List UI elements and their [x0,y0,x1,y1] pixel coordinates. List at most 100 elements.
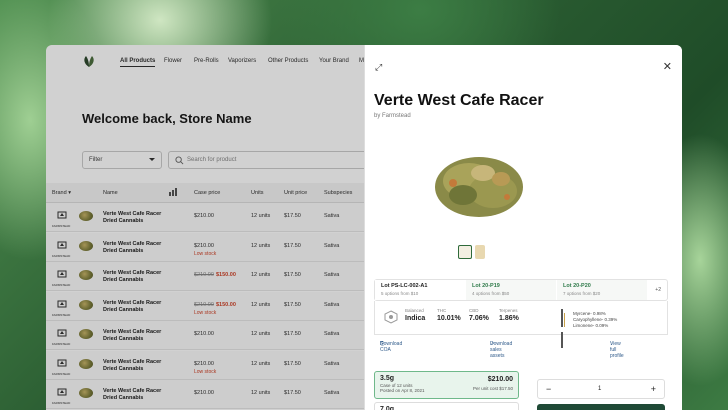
subspecies: Sativa [324,331,340,337]
product-name[interactable]: Verte West Cafe Racer Dried Cannabis [103,388,173,402]
col-name[interactable]: Name [103,190,118,196]
product-name[interactable]: Verte West Cafe Racer Dried Cannabis [103,211,173,225]
thumbnail-package[interactable] [475,245,485,259]
table-row[interactable]: FARMSTEAD Verte West Cafe Racer Dried Can… [46,203,364,232]
table-row[interactable]: FARMSTEAD Verte West Cafe Racer Dried Can… [46,380,364,409]
farmstead-logo-icon [57,241,67,248]
search-placeholder: Search for product [187,157,237,163]
subspecies: Sativa [324,360,340,367]
brand-logo-icon [84,56,94,67]
stat-terpenes: Terpenes 1.86% [499,308,519,322]
nav-flower[interactable]: Flower [164,58,182,64]
brand-name: FARMSTEAD [52,253,71,258]
lot-tabs: Lot PS-LC-002-A1 5 options from $10 Lot … [374,279,668,301]
case-price: $210.00 [194,390,214,396]
chart-icon[interactable] [168,187,178,197]
farmstead-logo-icon [57,211,67,219]
brand-name: FARMSTEAD [52,371,71,376]
stat-balanced: Balanced Indica [405,308,426,322]
sale-price: $150.00 [216,272,236,278]
search-input[interactable]: Search for product [168,151,368,169]
filter-dropdown[interactable]: Filter [82,151,162,169]
product-name[interactable]: Verte West Cafe Racer Dried Cannabis [103,270,173,284]
download-coa-link[interactable]: Download COA ⎘ [380,341,402,353]
welcome-heading: Welcome back, Store Name [82,111,252,126]
size-option[interactable]: 7.0g [374,402,519,410]
units: 12 units [251,272,271,278]
unit-price: $17.50 [284,390,301,396]
table-row[interactable]: FARMSTEAD Verte West Cafe Racer Dried Can… [46,321,364,350]
subspecies: Sativa [324,390,340,396]
unit-price: $17.50 [284,272,301,278]
unit-price: $17.50 [284,242,301,249]
stat-thc: THC 10.01% [437,308,461,322]
filter-label: Filter [89,157,103,163]
col-unit-price[interactable]: Unit price [284,190,307,196]
close-icon[interactable]: ✕ [663,60,672,73]
nav-your-brand[interactable]: Your Brand [319,58,349,64]
nav-all-products[interactable]: All Products [120,58,156,67]
farmstead-logo-icon [57,270,67,278]
nav-other-products[interactable]: Other Products [268,58,308,64]
app-window: All Products Flower Pre-Rolls Vaporizers… [46,45,682,410]
product-name[interactable]: Verte West Cafe Racer Dried Cannabis [103,329,173,343]
product-name[interactable]: Verte West Cafe Racer Dried Cannabis [103,359,173,373]
product-thumbnail [79,270,93,280]
product-name[interactable]: Verte West Cafe Racer Dried Cannabis [103,300,173,314]
quantity-stepper[interactable]: − 1 + [537,379,665,399]
units: 12 units [251,360,271,367]
stat-cbd: CBD 7.06% [469,308,489,322]
more-lots-button[interactable]: +2 [655,287,661,293]
brand-name: FARMSTEAD [52,283,71,287]
view-profile-link[interactable]: View full profile ↓ [610,341,624,359]
units: 12 units [251,331,271,337]
subspecies: Sativa [324,272,340,278]
lot-tab[interactable]: Lot PS-LC-002-A1 5 options from $10 [375,280,465,300]
case-price: $210.00 [194,242,214,249]
farmstead-logo-icon [57,329,67,337]
product-brand[interactable]: by Farmstead [374,113,411,119]
table-row[interactable]: FARMSTEAD Verte West Cafe Racer Dried Can… [46,291,364,321]
lot-tab[interactable]: Lot 20-P19 4 options from $50 [466,280,556,300]
subspecies: Sativa [324,213,340,219]
old-price: $210.00 [194,272,214,278]
terpene-list: Myrcene- 0.98% Caryophyllene- 0.39% Limo… [573,311,618,328]
increment-button[interactable]: + [651,384,656,394]
balanced-icon [384,310,398,324]
col-brand[interactable]: Brand ▾ [52,190,71,196]
table-row[interactable]: FARMSTEAD Verte West Cafe Racer Dried Can… [46,350,364,380]
product-title: Verte West Cafe Racer [374,92,544,109]
product-name[interactable]: Verte West Cafe Racer Dried Cannabis [103,241,173,255]
units: 12 units [251,390,271,396]
table-header: Brand ▾ Name Case price Units Unit price… [46,183,364,203]
decrement-button[interactable]: − [546,384,551,394]
product-image [435,157,523,217]
nav-pre-rolls[interactable]: Pre-Rolls [194,58,219,64]
lot-tab[interactable]: Lot 20-P20 7 options from $20 [557,280,647,300]
unit-price: $17.50 [284,331,301,337]
sale-price: $150.00 [216,301,236,308]
thumbnail-bud[interactable] [458,245,472,259]
top-nav: All Products Flower Pre-Rolls Vaporizers… [46,45,364,77]
case-price: $210.00 [194,331,214,337]
product-thumbnail [79,329,93,339]
table-row[interactable]: FARMSTEAD Verte West Cafe Racer Dried Can… [46,232,364,262]
stock-note: Low stock [194,368,217,375]
product-thumbnail [79,299,93,310]
col-units[interactable]: Units [251,190,264,196]
size-option-selected[interactable]: 3.5g Case of 12 units Posted on Apr 8, 2… [374,371,519,399]
farmstead-logo-icon [57,300,67,307]
nav-vaporizers[interactable]: Vaporizers [228,58,256,64]
unit-price: $17.50 [284,213,301,219]
expand-icon[interactable]: ⤢ [375,62,382,73]
add-to-cart-button[interactable] [537,404,665,410]
case-price: $210.00 [194,213,214,219]
download-assets-link[interactable]: Download sales assets ↗ [490,341,512,359]
farmstead-logo-icon [57,359,67,366]
stock-note: Low stock [194,309,217,316]
col-case-price[interactable]: Case price [194,190,220,196]
units: 12 units [251,213,271,219]
table-row[interactable]: FARMSTEAD Verte West Cafe Racer Dried Can… [46,262,364,291]
col-subspecies[interactable]: Subspecies [324,190,352,196]
product-detail-panel: ⤢ ✕ Verte West Cafe Racer by Farmstead L… [364,45,682,410]
